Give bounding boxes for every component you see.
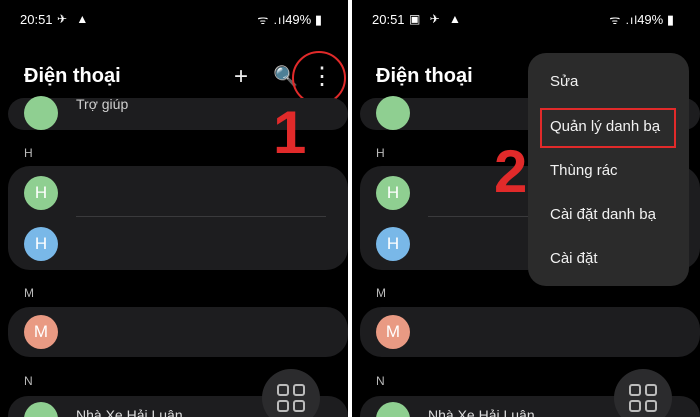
avatar[interactable]: H: [376, 227, 410, 261]
avatar[interactable]: M: [24, 315, 58, 349]
divider: [76, 216, 326, 217]
page-title: Điện thoại: [376, 65, 473, 87]
avatar: [24, 96, 58, 130]
grid-icon: [277, 384, 289, 396]
menu-item-settings[interactable]: Cài đặt: [550, 250, 598, 267]
avatar[interactable]: H: [24, 227, 58, 261]
section-header-n: N: [376, 374, 385, 388]
grid-icon: [629, 384, 641, 396]
section-header-n: N: [24, 374, 33, 388]
notification-icons: ✈ ▲: [57, 12, 92, 26]
menu-item-contact-settings[interactable]: Cài đặt danh bạ: [550, 206, 656, 223]
menu-item-trash[interactable]: Thùng rác: [550, 162, 618, 179]
phone-screen-left: 20:51 ✈ ▲ ᯤ .ıl 49% ▮ Điện thoại + 🔍 ⋮ T…: [0, 0, 348, 417]
contact-group-m: [360, 307, 700, 357]
status-bar: 20:51 ✈ ▲ ᯤ .ıl 49% ▮: [0, 0, 348, 40]
status-time: 20:51: [20, 12, 53, 27]
avatar[interactable]: M: [376, 315, 410, 349]
avatar[interactable]: H: [376, 176, 410, 210]
grid-icon: [645, 384, 657, 396]
add-contact-icon[interactable]: +: [234, 62, 248, 92]
grid-icon: [629, 400, 641, 412]
battery-indicator: 49% ▮: [285, 12, 322, 27]
step-number-1: 1: [273, 99, 307, 166]
battery-indicator: 49% ▮: [637, 12, 674, 27]
grid-icon: [645, 400, 657, 412]
options-menu: Sửa Quản lý danh bạ Thùng rác Cài đặt da…: [528, 53, 689, 286]
status-bar: 20:51 ▣ ✈ ▲ ᯤ .ıl 49% ▮: [352, 0, 700, 40]
notification-icons: ▣ ✈ ▲: [409, 12, 464, 26]
avatar: [376, 96, 410, 130]
avatar[interactable]: H: [24, 176, 58, 210]
menu-item-edit[interactable]: Sửa: [550, 73, 578, 90]
grid-icon: [277, 400, 289, 412]
highlight-box: [540, 108, 676, 148]
grid-icon: [293, 384, 305, 396]
contact-group-m: [8, 307, 348, 357]
step-number-2: 2: [494, 138, 528, 205]
keypad-grid-button[interactable]: [614, 369, 672, 417]
signal-icon: ᯤ .ıl: [609, 13, 638, 27]
keypad-grid-button[interactable]: [262, 369, 320, 417]
status-time: 20:51: [372, 12, 405, 27]
contact-name[interactable]: Nhà Xe Hải Luân: [428, 407, 535, 417]
grid-icon: [293, 400, 305, 412]
section-header-m: M: [376, 286, 386, 300]
highlight-circle: [292, 51, 346, 105]
section-header-h: H: [24, 146, 33, 160]
signal-icon: ᯤ .ıl: [257, 13, 286, 27]
section-header-h: H: [376, 146, 385, 160]
contact-name: Trợ giúp: [76, 96, 129, 112]
section-header-m: M: [24, 286, 34, 300]
page-title: Điện thoại: [24, 65, 121, 87]
contact-name[interactable]: Nhà Xe Hải Luân: [76, 407, 183, 417]
contact-group-h: [8, 166, 348, 270]
